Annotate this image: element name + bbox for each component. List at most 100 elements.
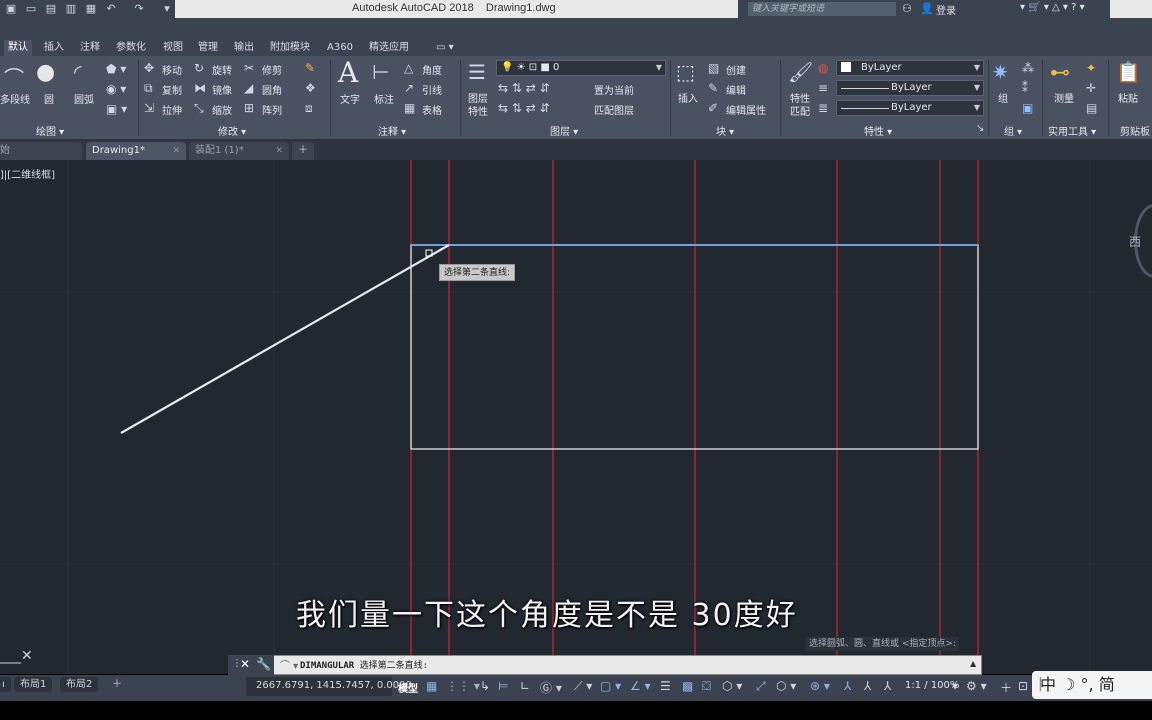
user-icon[interactable]: 👤 bbox=[920, 2, 934, 15]
leader-icon[interactable]: ↗ bbox=[404, 81, 414, 95]
mirror-button[interactable]: 镜像 bbox=[212, 82, 232, 97]
linetype-icon[interactable]: ≡ bbox=[818, 81, 828, 95]
trim-button[interactable]: 修剪 bbox=[262, 62, 282, 77]
modify-panel-title[interactable]: 修改 ▾ bbox=[218, 123, 246, 138]
dynamic-input-icon[interactable]: ⊨ bbox=[498, 679, 508, 693]
tab-layout2[interactable]: 布局2 bbox=[60, 677, 99, 692]
scale-dropdown-icon[interactable]: ▾ bbox=[952, 679, 958, 693]
mirror-icon[interactable]: ⧓ bbox=[194, 81, 206, 95]
copy-icon[interactable]: ⧉ bbox=[144, 81, 153, 96]
app-menu-icon[interactable]: ▣ bbox=[4, 2, 18, 16]
polyline-icon[interactable]: ⌒ bbox=[4, 62, 24, 91]
dimension-button[interactable]: 标注 bbox=[374, 91, 394, 106]
command-history-arrow-icon[interactable]: ▲ bbox=[970, 659, 976, 668]
tab-layout1[interactable]: 布局1 bbox=[14, 677, 53, 692]
selection-cycling-icon[interactable]: ⛋ bbox=[702, 679, 711, 694]
annotation-visibility-icon[interactable]: ⅄ bbox=[844, 679, 851, 693]
tab-manage[interactable]: 管理 bbox=[194, 40, 222, 56]
match-properties-label-2[interactable]: 匹配 bbox=[790, 103, 810, 118]
angle-dim-icon[interactable]: △ bbox=[404, 61, 413, 75]
match-layer-button[interactable]: 匹配图层 bbox=[594, 102, 634, 117]
arc-icon[interactable]: ◜ bbox=[74, 60, 82, 84]
text-icon[interactable]: A bbox=[338, 56, 358, 89]
create-block-icon[interactable]: ▧ bbox=[708, 61, 719, 75]
tab-start[interactable]: 始 bbox=[0, 142, 82, 160]
group-edit-icon[interactable]: ⁑ bbox=[1022, 81, 1028, 95]
layer-tool-icons-row1[interactable]: ⇆ ⇅ ⇄ ⇵ bbox=[498, 81, 550, 95]
viewcube-west-label[interactable]: 西 bbox=[1129, 233, 1141, 250]
lineweight-dropdown[interactable]: ByLayer ▼ bbox=[836, 100, 984, 116]
grid-toggle-icon[interactable]: ▦ bbox=[426, 679, 437, 693]
measure-button[interactable]: 测量 bbox=[1054, 90, 1074, 105]
layers-panel-title[interactable]: 图层 ▾ bbox=[550, 123, 578, 138]
scale-icon[interactable]: ⤡ bbox=[194, 101, 204, 116]
group-select-icon[interactable]: ▣ bbox=[1022, 101, 1033, 115]
groups-panel-title[interactable]: 组 ▾ bbox=[1004, 123, 1022, 138]
lineweight-toggle-icon[interactable]: ☰ bbox=[660, 679, 671, 693]
new-file-icon[interactable]: ▭ bbox=[24, 2, 38, 16]
tab-model[interactable]: ı bbox=[0, 677, 11, 692]
calculator-icon[interactable]: ▤ bbox=[1086, 101, 1097, 115]
annotation-panel-title[interactable]: 注释 ▾ bbox=[378, 123, 406, 138]
insert-block-button[interactable]: 插入 bbox=[678, 90, 698, 105]
layer-tool-icons-row2[interactable]: ⇆ ⇅ ⇄ ⇵ bbox=[498, 101, 550, 115]
add-layout-button[interactable]: ＋ bbox=[106, 677, 128, 692]
close-icon[interactable]: ✕ bbox=[240, 657, 250, 671]
layer-properties-label-2[interactable]: 特性 bbox=[468, 103, 488, 118]
text-button[interactable]: 文字 bbox=[340, 91, 360, 106]
infer-constraints-icon[interactable]: ↳ bbox=[480, 679, 490, 693]
region-icon[interactable]: ▣ ▾ bbox=[106, 102, 127, 116]
tab-assembly1[interactable]: 装配1 (1)* ✕ bbox=[189, 142, 289, 160]
3d-osnap-icon[interactable]: ⬡ ▾ bbox=[722, 679, 742, 693]
layer-dropdown[interactable]: 💡 ☀ ⊡ ■ 0 ▼ bbox=[496, 60, 666, 76]
edit-block-icon[interactable]: ✎ bbox=[708, 81, 718, 95]
match-properties-icon[interactable]: 🖌 bbox=[788, 60, 813, 84]
lineweight-icon[interactable]: ≣ bbox=[818, 101, 828, 115]
open-file-icon[interactable]: ▤ bbox=[44, 2, 58, 16]
circle-button[interactable]: 圆 bbox=[44, 91, 54, 106]
tab-default[interactable]: 默认 bbox=[4, 40, 32, 56]
dynamic-ucs-icon[interactable]: ⤢ bbox=[756, 679, 766, 694]
redo-icon[interactable]: ↷ bbox=[132, 2, 146, 16]
object-snap-icon[interactable]: ∠ ▾ bbox=[630, 679, 651, 693]
paste-button[interactable]: 粘贴 bbox=[1118, 90, 1138, 105]
utilities-panel-title[interactable]: 实用工具 ▾ bbox=[1048, 123, 1096, 138]
dimension-icon[interactable]: ⊢ bbox=[372, 60, 389, 84]
tab-output[interactable]: 输出 bbox=[230, 40, 258, 56]
scale-button[interactable]: 缩放 bbox=[212, 102, 232, 117]
ime-language-bar[interactable]: 中 ☽ °, 简 bbox=[1032, 671, 1152, 699]
binoculars-icon[interactable]: ⚇ bbox=[902, 2, 912, 15]
arc-button[interactable]: 圆弧 bbox=[74, 91, 94, 106]
point-icon[interactable]: ✛ bbox=[1086, 81, 1096, 95]
isolate-objects-icon[interactable]: ⊡ bbox=[1018, 679, 1028, 693]
model-space-toggle[interactable]: 模型 bbox=[398, 680, 418, 695]
rotate-button[interactable]: 旋转 bbox=[212, 62, 232, 77]
edit-block-button[interactable]: 编辑 bbox=[726, 82, 746, 97]
new-tab-button[interactable]: ＋ bbox=[292, 142, 314, 160]
transparency-icon[interactable]: ▩ bbox=[682, 679, 693, 693]
wrench-icon[interactable]: 🔧 bbox=[256, 657, 271, 671]
undo-icon[interactable]: ↶ bbox=[104, 2, 118, 16]
angle-dim-button[interactable]: 角度 bbox=[422, 62, 442, 77]
table-button[interactable]: 表格 bbox=[422, 102, 442, 117]
edit-attributes-icon[interactable]: ✐ bbox=[708, 101, 718, 115]
layer-properties-icon[interactable]: ☰ bbox=[468, 60, 486, 84]
annotation-monitor-icon[interactable]: ＋ bbox=[1000, 679, 1012, 696]
ortho-icon[interactable]: ∟ bbox=[520, 679, 530, 693]
tab-a360[interactable]: A360 bbox=[323, 40, 357, 56]
draw-panel-title[interactable]: 绘图 ▾ bbox=[36, 123, 64, 138]
array-icon[interactable]: ⊞ bbox=[244, 101, 254, 115]
tab-parametric[interactable]: 参数化 bbox=[112, 40, 150, 56]
ungroup-icon[interactable]: ⁂ bbox=[1022, 61, 1034, 75]
tab-addins[interactable]: 附加模块 bbox=[266, 40, 314, 56]
block-panel-title[interactable]: 块 ▾ bbox=[716, 123, 734, 138]
insert-block-icon[interactable]: ⬚ bbox=[676, 60, 695, 84]
login-button[interactable]: 登录 bbox=[936, 2, 956, 17]
tab-view[interactable]: 视图 bbox=[159, 40, 187, 56]
move-icon[interactable]: ✥ bbox=[144, 61, 154, 75]
search-input[interactable]: 键入关键字或短语 bbox=[748, 2, 896, 16]
isodraft-icon[interactable]: ⟋ ▾ bbox=[574, 679, 592, 694]
array-button[interactable]: 阵列 bbox=[262, 102, 282, 117]
rectangle-icon[interactable]: ⬟ ▾ bbox=[106, 62, 126, 76]
measure-icon[interactable]: ⊷ bbox=[1050, 60, 1070, 84]
